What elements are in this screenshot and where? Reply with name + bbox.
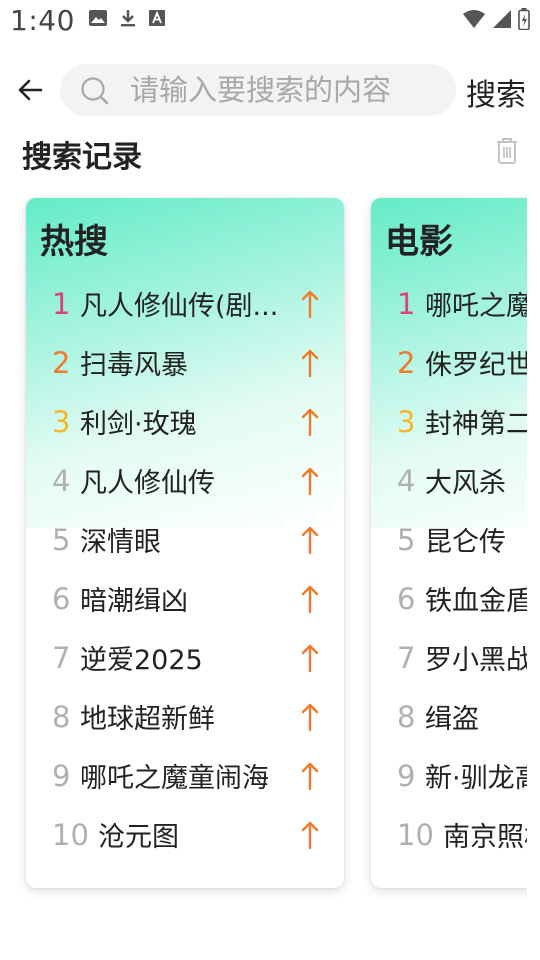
rank-number: 9 xyxy=(52,758,71,793)
trend-up-icon xyxy=(301,467,319,495)
rank-item[interactable]: 1 凡人修仙传(剧... xyxy=(26,274,344,333)
rank-number: 1 xyxy=(397,286,416,321)
rank-title: 利剑·玫瑰 xyxy=(80,409,197,440)
rank-item[interactable]: 4 大风杀 xyxy=(371,451,527,510)
rank-number: 3 xyxy=(52,404,71,439)
trend-up-icon xyxy=(301,703,319,731)
rank-item[interactable]: 6 铁血金盾 xyxy=(371,569,527,628)
rank-title: 大风杀 xyxy=(425,468,506,499)
rank-number: 4 xyxy=(52,463,71,498)
rank-title: 暗潮缉凶 xyxy=(80,586,188,617)
rank-title: 地球超新鲜 xyxy=(80,704,215,735)
rank-number: 3 xyxy=(397,404,416,439)
trend-up-icon xyxy=(301,349,319,377)
rank-item[interactable]: 9 新·驯龙高手 xyxy=(371,746,527,805)
rank-number: 8 xyxy=(52,699,71,734)
card-title: 热搜 xyxy=(40,222,108,262)
rank-number: 5 xyxy=(397,522,416,557)
trend-up-icon xyxy=(301,821,319,849)
trend-up-icon xyxy=(301,526,319,554)
rank-title: 扫毒风暴 xyxy=(80,350,188,381)
rank-title: 缉盗 xyxy=(425,704,479,735)
image-icon xyxy=(89,10,107,26)
trend-up-icon xyxy=(301,644,319,672)
rank-item[interactable]: 10 南京照相馆 xyxy=(371,805,527,864)
rank-title: 南京照相馆 xyxy=(443,822,527,853)
rank-number: 10 xyxy=(52,817,89,852)
rank-title: 罗小黑战记 xyxy=(425,645,527,676)
rank-title: 哪吒之魔童闹海 xyxy=(425,291,527,322)
rank-item[interactable]: 5 昆仑传 xyxy=(371,510,527,569)
rank-number: 4 xyxy=(397,463,416,498)
rank-title: 昆仑传 xyxy=(425,527,506,558)
rank-number: 9 xyxy=(397,758,416,793)
back-button[interactable] xyxy=(14,74,46,106)
rank-item[interactable]: 2 侏罗纪世界 xyxy=(371,333,527,392)
trend-up-icon xyxy=(301,290,319,318)
rank-item[interactable]: 10 沧元图 xyxy=(26,805,344,864)
rank-title: 深情眼 xyxy=(80,527,161,558)
rank-number: 5 xyxy=(52,522,71,557)
status-notification-icons xyxy=(88,8,166,28)
search-input[interactable] xyxy=(130,70,440,110)
rank-item[interactable]: 7 逆爱2025 xyxy=(26,628,344,687)
rank-number: 6 xyxy=(397,581,416,616)
trend-up-icon xyxy=(301,408,319,436)
back-arrow-icon xyxy=(18,79,43,101)
rank-item[interactable]: 2 扫毒风暴 xyxy=(26,333,344,392)
rank-item[interactable]: 4 凡人修仙传 xyxy=(26,451,344,510)
rank-number: 2 xyxy=(397,345,416,380)
ranking-card-movie: 电影 1 哪吒之魔童闹海 2 侏罗纪世界 3 封神第二部 4 大风杀 5 昆仑传 xyxy=(371,198,527,888)
status-bar: 1:40 xyxy=(0,0,540,44)
rank-number: 8 xyxy=(397,699,416,734)
rank-title: 新·驯龙高手 xyxy=(425,763,527,794)
card-title: 电影 xyxy=(385,222,453,262)
status-time: 1:40 xyxy=(10,4,75,37)
trash-icon[interactable] xyxy=(494,136,520,166)
ranking-card-hot: 热搜 1 凡人修仙传(剧... 2 扫毒风暴 3 利剑·玫瑰 4 凡人修仙传 5… xyxy=(26,198,344,888)
rank-item[interactable]: 5 深情眼 xyxy=(26,510,344,569)
rank-item[interactable]: 3 封神第二部 xyxy=(371,392,527,451)
trend-up-icon xyxy=(301,762,319,790)
rank-number: 1 xyxy=(52,286,71,321)
wifi-icon xyxy=(463,10,485,28)
signal-icon xyxy=(493,10,511,28)
status-system-icons xyxy=(462,8,530,30)
rank-item[interactable]: 8 地球超新鲜 xyxy=(26,687,344,746)
battery-icon xyxy=(518,8,530,30)
rank-title: 铁血金盾 xyxy=(425,586,527,617)
rank-title: 凡人修仙传 xyxy=(80,468,215,499)
rank-number: 10 xyxy=(397,817,434,852)
rank-number: 2 xyxy=(52,345,71,380)
rank-number: 7 xyxy=(52,640,71,675)
search-box[interactable] xyxy=(60,64,456,116)
rank-number: 7 xyxy=(397,640,416,675)
font-icon xyxy=(149,10,165,26)
search-history-title: 搜索记录 xyxy=(22,140,142,175)
rank-title: 哪吒之魔童闹海 xyxy=(80,763,269,794)
rank-item[interactable]: 3 利剑·玫瑰 xyxy=(26,392,344,451)
rank-title: 沧元图 xyxy=(98,822,179,853)
rank-item[interactable]: 7 罗小黑战记 xyxy=(371,628,527,687)
rank-item[interactable]: 8 缉盗 xyxy=(371,687,527,746)
search-button[interactable]: 搜索 xyxy=(466,70,526,114)
download-icon xyxy=(121,10,135,27)
rank-title: 封神第二部 xyxy=(425,409,527,440)
rank-title: 逆爱2025 xyxy=(80,645,203,676)
search-history-header: 搜索记录 xyxy=(0,128,540,178)
trend-up-icon xyxy=(301,585,319,613)
search-icon xyxy=(81,77,109,105)
rank-item[interactable]: 6 暗潮缉凶 xyxy=(26,569,344,628)
rank-number: 6 xyxy=(52,581,71,616)
search-bar: 搜索 xyxy=(0,62,540,118)
rank-item[interactable]: 9 哪吒之魔童闹海 xyxy=(26,746,344,805)
rank-title: 侏罗纪世界 xyxy=(425,350,527,381)
rank-title: 凡人修仙传(剧... xyxy=(80,291,279,322)
rank-item[interactable]: 1 哪吒之魔童闹海 xyxy=(371,274,527,333)
ranking-cards-carousel[interactable]: 热搜 1 凡人修仙传(剧... 2 扫毒风暴 3 利剑·玫瑰 4 凡人修仙传 5… xyxy=(0,190,527,910)
